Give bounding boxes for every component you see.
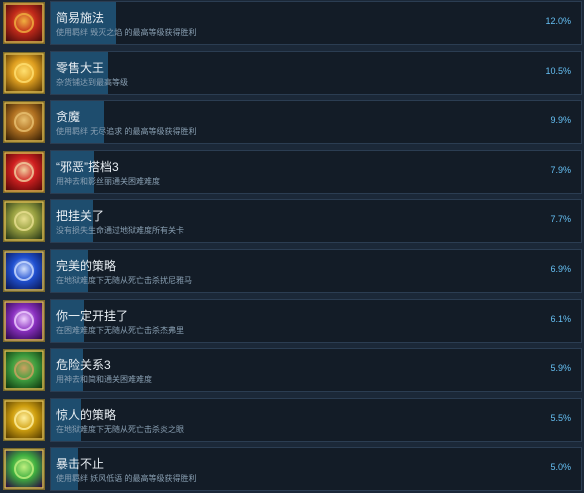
- achievement-title: 把挂关了: [56, 209, 105, 224]
- achievement-title: 惊人的策略: [56, 407, 117, 422]
- achievement-panel: 简易施法使用羁绊 毁灭之焰 的最高等级获得胜利 12.0%: [50, 1, 582, 45]
- achievement-title: 贪魔: [56, 110, 81, 125]
- gold-coins-icon: [3, 51, 45, 94]
- unlock-percentage: 10.5%: [545, 65, 571, 76]
- achievement-description: 杂货铺达到最高等级: [56, 77, 128, 87]
- achievement-description: 使用羁绊 无尽追求 的最高等级获得胜利: [56, 127, 197, 137]
- achievement-panel: 零售大王杂货铺达到最高等级 10.5%: [50, 50, 582, 95]
- achievement-description: 没有损失生命通过地狱难度所有关卡: [56, 226, 184, 236]
- unlock-percentage: 5.0%: [550, 462, 571, 473]
- achievement-row[interactable]: 完美的策略在地狱难度下无随从死亡击杀扰尼雅马 6.9%: [0, 249, 584, 295]
- achievement-description: 在地狱难度下无随从死亡击杀扰尼雅马: [56, 276, 192, 285]
- achievement-row[interactable]: 暴击不止使用羁绊 妖风低语 的最高等级获得胜利 5.0%: [0, 447, 584, 493]
- achievement-title: “邪恶”搭档3: [56, 159, 119, 174]
- fire-demon-icon: [3, 2, 45, 44]
- achievement-row[interactable]: 惊人的策略在地狱难度下无随从死亡击杀炎之眼 5.5%: [0, 397, 584, 444]
- green-clover-icon: [3, 448, 45, 491]
- achievement-row[interactable]: 简易施法使用羁绊 毁灭之焰 的最高等级获得胜利 12.0%: [0, 1, 584, 47]
- achievement-title: 完美的策略: [56, 259, 117, 273]
- achievement-row[interactable]: 危险关系3 用神去和简和通关困难难度 5.9%: [0, 348, 584, 394]
- achievement-description: 使用羁绊 妖风低语 的最高等级获得胜利: [56, 474, 197, 484]
- unlock-percentage: 6.1%: [550, 313, 571, 324]
- achievement-description: 用神去和简和通关困难难度: [56, 375, 152, 385]
- unlock-percentage: 7.9%: [550, 164, 571, 175]
- achievement-description: 使用羁绊 毁灭之焰 的最高等级获得胜利: [56, 28, 197, 37]
- unlock-percentage: 6.9%: [550, 264, 571, 274]
- achievement-title: 简易施法: [56, 11, 105, 25]
- achievement-row[interactable]: “邪恶”搭档3 用神去和影丝丽通关困难难度 7.9%: [0, 149, 584, 196]
- achievement-panel: 惊人的策略在地狱难度下无随从死亡击杀炎之眼 5.5%: [50, 397, 582, 442]
- achievement-description: 在困难难度下无随从死亡击杀杰弗里: [56, 325, 184, 335]
- achievement-title: 零售大王: [56, 60, 105, 75]
- unlock-percentage: 5.9%: [550, 363, 571, 374]
- achievement-row[interactable]: 零售大王杂货铺达到最高等级 10.5%: [0, 50, 584, 97]
- achievement-description: 用神去和影丝丽通关困难难度: [56, 176, 160, 186]
- achievement-panel: 你一定开挂了在困难难度下无随从死亡击杀杰弗里 6.1%: [50, 298, 582, 343]
- achievement-title: 危险关系3: [56, 358, 111, 373]
- perfect-badge-icon: [3, 398, 45, 441]
- scroll-icon: [3, 101, 45, 144]
- unlock-percentage: 12.0%: [545, 16, 571, 26]
- unlock-percentage: 5.5%: [550, 412, 571, 423]
- achievement-panel: 把挂关了没有损失生命通过地狱难度所有关卡 7.7%: [50, 199, 582, 244]
- achievement-row[interactable]: 把挂关了没有损失生命通过地狱难度所有关卡 7.7%: [0, 199, 584, 245]
- achievement-panel: 暴击不止使用羁绊 妖风低语 的最高等级获得胜利 5.0%: [50, 447, 582, 492]
- unlock-percentage: 7.7%: [550, 214, 571, 225]
- achievement-list: 简易施法使用羁绊 毁灭之焰 的最高等级获得胜利 12.0% 零售大王杂货铺达到最高等…: [0, 0, 584, 492]
- crossed-weapons-icon: [3, 150, 45, 193]
- crossed-swords-icon: [3, 349, 45, 392]
- wow-badge-icon: [3, 200, 45, 243]
- achievement-panel: 完美的策略在地狱难度下无随从死亡击杀扰尼雅马 6.9%: [50, 249, 582, 293]
- achievement-title: 你一定开挂了: [56, 308, 129, 323]
- cool-badge-icon: [3, 250, 45, 292]
- achievement-row[interactable]: 你一定开挂了在困难难度下无随从死亡击杀杰弗里 6.1%: [0, 298, 584, 345]
- excellent-badge-icon: [3, 299, 45, 342]
- unlock-percentage: 9.9%: [550, 115, 571, 126]
- achievement-panel: “邪恶”搭档3 用神去和影丝丽通关困难难度 7.9%: [50, 149, 582, 194]
- achievement-title: 暴击不止: [56, 457, 105, 472]
- achievement-panel: 贪魔使用羁绊 无尽追求 的最高等级获得胜利 9.9%: [50, 100, 582, 145]
- achievement-row[interactable]: 贪魔使用羁绊 无尽追求 的最高等级获得胜利 9.9%: [0, 100, 584, 146]
- achievement-description: 在地狱难度下无随从死亡击杀炎之眼: [56, 424, 184, 434]
- achievement-panel: 危险关系3 用神去和简和通关困难难度 5.9%: [50, 348, 582, 393]
